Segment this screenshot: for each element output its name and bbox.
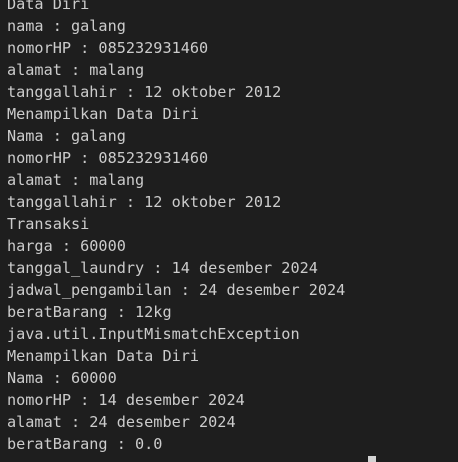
terminal-output: Data Diri nama : galang nomorHP : 085232… — [7, 0, 345, 455]
terminal-line: tanggallahir : 12 oktober 2012 — [7, 83, 282, 101]
terminal-line: Nama : galang — [7, 127, 126, 145]
terminal-line: alamat : malang — [7, 61, 145, 79]
terminal-line: Menampilkan Data Diri — [7, 105, 200, 123]
terminal-line: harga : 60000 — [7, 237, 126, 255]
terminal-panel[interactable]: Data Diri nama : galang nomorHP : 085232… — [0, 0, 458, 462]
terminal-line: alamat : 24 desember 2024 — [7, 413, 236, 431]
terminal-line: java.util.InputMismatchException — [7, 325, 300, 343]
terminal-line: Transaksi — [7, 215, 90, 233]
terminal-line: beratBarang : 0.0 — [7, 435, 163, 453]
terminal-line: beratBarang : 12kg — [7, 303, 172, 321]
terminal-line: jadwal_pengambilan : 24 desember 2024 — [7, 281, 346, 299]
terminal-line: nomorHP : 085232931460 — [7, 149, 209, 167]
terminal-line: tanggallahir : 12 oktober 2012 — [7, 193, 282, 211]
terminal-line: tanggal_laundry : 14 desember 2024 — [7, 259, 318, 277]
terminal-line: alamat : malang — [7, 171, 145, 189]
terminal-line: Data Diri — [7, 0, 90, 13]
block-cursor-icon — [368, 456, 376, 462]
terminal-line: nama : galang — [7, 17, 126, 35]
terminal-line: Nama : 60000 — [7, 369, 117, 387]
terminal-line: nomorHP : 14 desember 2024 — [7, 391, 245, 409]
terminal-line: nomorHP : 085232931460 — [7, 39, 209, 57]
terminal-line: Menampilkan Data Diri — [7, 347, 200, 365]
